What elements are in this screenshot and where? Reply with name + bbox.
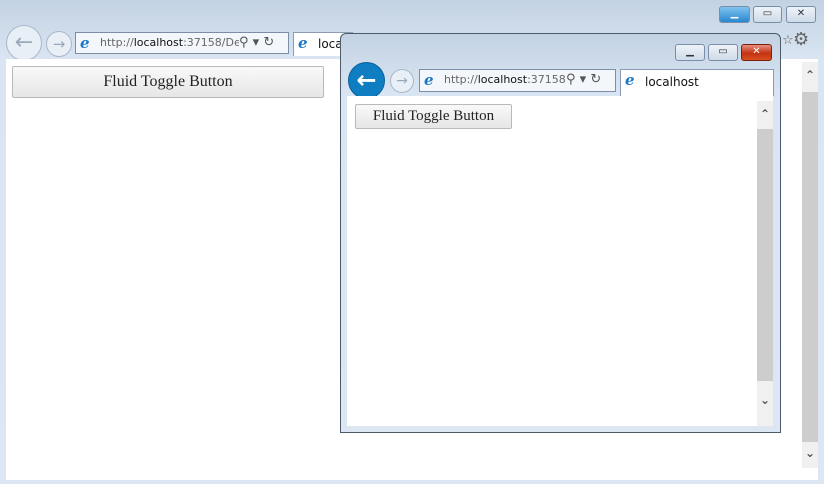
scroll-down-icon[interactable]: ⌄ [802, 446, 818, 460]
scroll-down-icon[interactable]: ⌄ [757, 393, 773, 407]
ie-icon: e [424, 71, 434, 89]
url-rest: :37158/De [183, 36, 241, 49]
dropdown-icon[interactable]: ▾ [580, 72, 587, 87]
favorites-icon[interactable]: ☆ [782, 33, 794, 48]
search-icon[interactable]: ⚲ [566, 72, 576, 87]
restore-button[interactable]: ▭ [753, 6, 782, 23]
dropdown-icon[interactable]: ▾ [253, 35, 260, 50]
popup-page-content: Fluid Toggle Button ⌃ ⌄ [347, 96, 773, 426]
url-prefix: http:// [100, 36, 134, 49]
forward-icon: → [396, 73, 408, 89]
forward-icon: → [52, 35, 66, 53]
fluid-toggle-button[interactable]: Fluid Toggle Button [355, 104, 512, 129]
search-icon[interactable]: ⚲ [239, 35, 249, 50]
popup-address-bar[interactable]: e http://localhost:37158, ⚲ ▾ ↻ [419, 69, 616, 92]
scroll-up-icon[interactable]: ⌃ [802, 68, 818, 82]
restore-icon: ▭ [718, 46, 728, 57]
restore-icon: ▭ [762, 8, 773, 19]
scrollbar-thumb[interactable] [757, 129, 773, 381]
tab-title: localhost [645, 75, 699, 89]
forward-button[interactable]: → [46, 31, 72, 57]
refresh-icon[interactable]: ↻ [590, 72, 601, 87]
popup-close-button[interactable]: ✕ [741, 44, 772, 61]
minimize-icon: ▁ [686, 46, 694, 57]
fluid-toggle-button[interactable]: Fluid Toggle Button [12, 66, 324, 98]
back-icon: ← [14, 30, 34, 55]
popup-restore-button[interactable]: ▭ [708, 44, 738, 61]
close-icon: ✕ [796, 8, 806, 19]
ie-icon: e [80, 34, 90, 52]
minimize-button[interactable]: ▁ [719, 6, 750, 23]
minimize-icon: ▁ [730, 8, 739, 19]
popup-scrollbar[interactable]: ⌃ ⌄ [757, 101, 773, 426]
tab-title: loca [318, 37, 343, 51]
url-prefix: http:// [444, 73, 478, 86]
url-host: localhost [133, 36, 184, 49]
back-button[interactable]: ← [6, 25, 42, 61]
ie-icon: e [298, 34, 308, 52]
popup-minimize-button[interactable]: ▁ [675, 44, 705, 61]
scroll-up-icon[interactable]: ⌃ [757, 107, 773, 121]
scrollbar-thumb[interactable] [802, 92, 818, 442]
popup-tab-localhost[interactable]: e localhost [620, 69, 774, 96]
ie-icon: e [625, 71, 635, 89]
scrollbar[interactable]: ⌃ ⌄ [802, 62, 818, 468]
popup-browser-window: ▁ ▭ ✕ ← → e http://localhost:37158, ⚲ ▾ … [340, 33, 781, 433]
gear-icon[interactable]: ⚙ [793, 29, 809, 50]
url-host: localhost [477, 73, 528, 86]
refresh-icon[interactable]: ↻ [263, 35, 274, 50]
back-icon: ← [356, 66, 377, 94]
url-rest: :37158, [527, 73, 570, 86]
address-bar[interactable]: e http://localhost:37158/De ⚲ ▾ ↻ [75, 32, 289, 54]
close-icon: ✕ [752, 46, 761, 57]
popup-forward-button[interactable]: → [390, 69, 414, 93]
close-button[interactable]: ✕ [786, 6, 816, 23]
popup-back-button[interactable]: ← [348, 62, 385, 99]
